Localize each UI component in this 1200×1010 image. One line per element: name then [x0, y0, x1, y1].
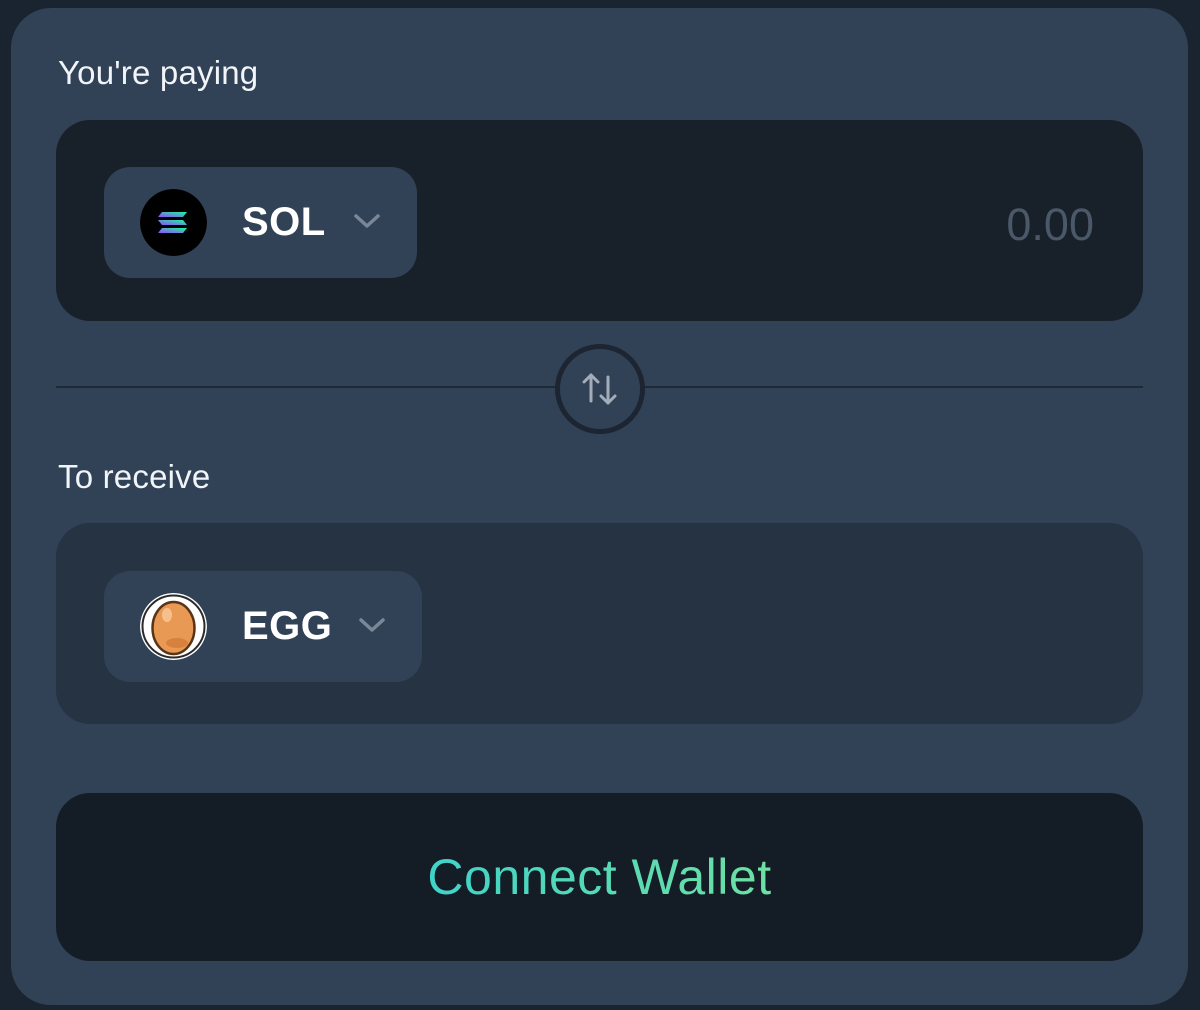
receive-label: To receive — [58, 458, 211, 495]
pay-token-selector[interactable]: SOL — [104, 167, 417, 278]
receive-token-symbol: EGG — [242, 604, 333, 648]
connect-wallet-button[interactable]: Connect Wallet — [56, 793, 1143, 961]
solana-logo-icon — [140, 189, 207, 256]
receive-token-selector[interactable]: EGG — [104, 571, 422, 682]
swap-arrows-icon — [582, 373, 617, 405]
egg-logo-icon — [140, 593, 207, 660]
pay-token-symbol: SOL — [242, 200, 326, 244]
chevron-down-icon — [353, 211, 381, 231]
connect-wallet-label: Connect Wallet — [427, 849, 772, 905]
swap-direction-button[interactable] — [555, 344, 645, 434]
chevron-down-icon — [358, 615, 386, 635]
paying-label: You're paying — [58, 54, 259, 91]
pay-amount-input[interactable]: 0.00 — [1006, 199, 1094, 251]
